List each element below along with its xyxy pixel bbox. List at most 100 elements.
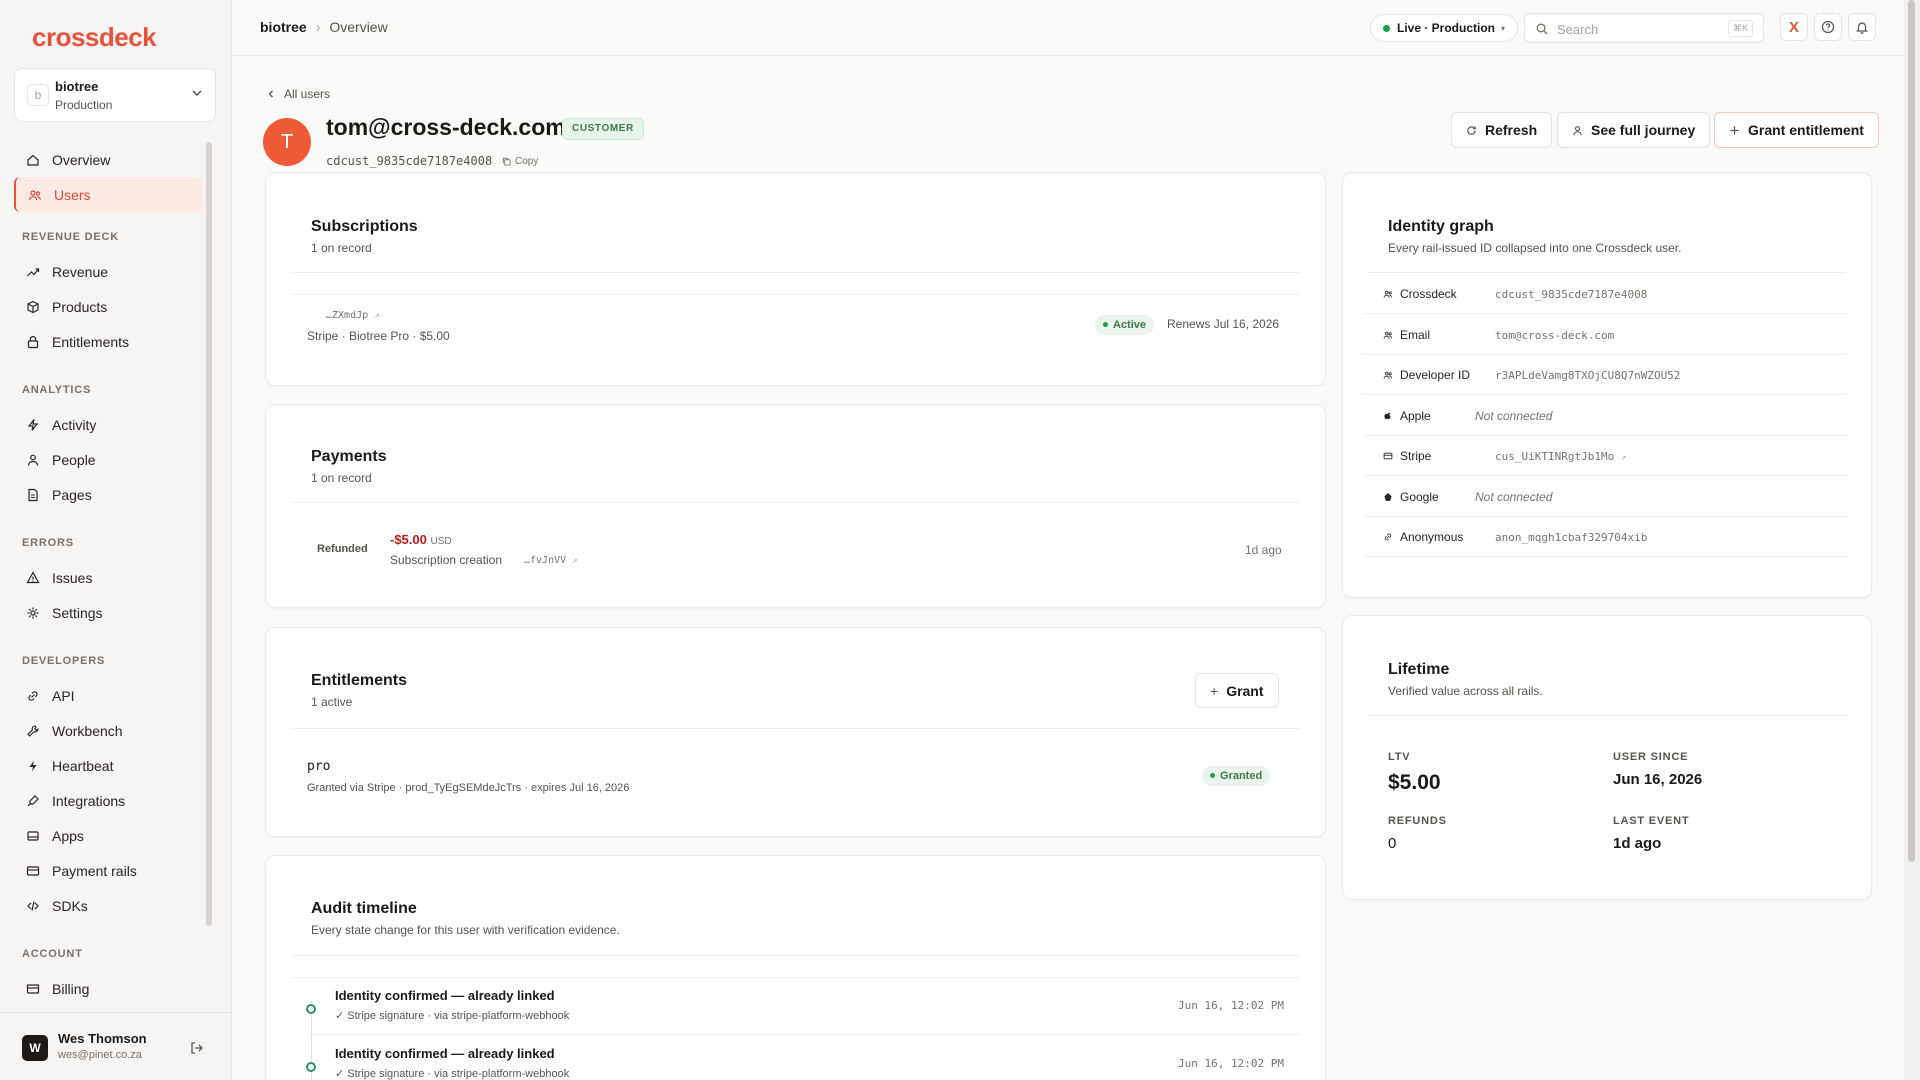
sidebar-item-apps[interactable]: Apps	[14, 818, 202, 853]
sidebar-item-overview[interactable]: Overview	[14, 142, 202, 177]
sidebar-item-label: Activity	[52, 416, 97, 433]
refunds-value: 0	[1388, 835, 1397, 852]
back-link[interactable]: All users	[266, 87, 330, 101]
wrench-icon	[27, 724, 39, 737]
sidebar-item-products[interactable]: Products	[14, 289, 202, 324]
sidebar-item-issues[interactable]: Issues	[14, 560, 202, 595]
chevron-left-icon	[268, 90, 273, 98]
user-since-label: USER SINCE	[1613, 751, 1689, 763]
see-journey-button[interactable]: See full journey	[1557, 112, 1711, 148]
avatar: W	[22, 1035, 48, 1061]
identity-row-stripe: Stripe cus_UiKTINRgtJb1Mo ↗	[1363, 436, 1846, 476]
subscription-ref[interactable]: …ZXmdJp ↗	[326, 310, 380, 321]
divider	[311, 1034, 1300, 1035]
identity-value[interactable]: anon_mqgh1cbaf329704xib	[1495, 531, 1647, 544]
refresh-button[interactable]: Refresh	[1451, 112, 1553, 148]
sidebar-item-sdks[interactable]: SDKs	[14, 888, 202, 923]
sidebar-item-label: Revenue	[52, 263, 109, 280]
payment-status: Refunded	[317, 543, 368, 555]
card-subtitle: Verified value across all rails.	[1388, 684, 1543, 698]
status-badge: Active	[1095, 314, 1155, 335]
event-sub: ✓ Stripe signature · via stripe-platform…	[335, 1068, 570, 1080]
event-title: Identity confirmed — already linked	[335, 1046, 555, 1061]
status-badge: CUSTOMER	[562, 118, 644, 140]
divider	[1368, 715, 1846, 716]
page-scrollbar[interactable]	[1908, 0, 1915, 862]
card-title: Entitlements	[311, 672, 408, 689]
timeline-dot	[306, 1004, 316, 1014]
status-badge: Granted	[1202, 765, 1271, 786]
sidebar-item-integrations[interactable]: Integrations	[14, 783, 202, 818]
identity-value[interactable]: cus_UiKTINRgtJb1Mo ↗	[1495, 450, 1626, 463]
divider	[291, 728, 1300, 729]
sidebar-item-workbench[interactable]: Workbench	[14, 713, 202, 748]
breadcrumb-workspace[interactable]: biotree	[260, 19, 307, 35]
link-icon	[1384, 533, 1392, 541]
sidebar-item-entitlements[interactable]: Entitlements	[14, 324, 202, 359]
refresh-label: Refresh	[1485, 122, 1538, 138]
sidebar-item-label: Workbench	[52, 722, 123, 739]
payment-ref[interactable]: …fvJnVV ↗	[524, 555, 578, 566]
identity-value[interactable]: tom@cross-deck.com	[1495, 329, 1614, 342]
plug-icon	[27, 794, 39, 806]
person-icon	[27, 454, 39, 466]
grant-button[interactable]: + Grant	[1195, 673, 1279, 708]
renews-date: Renews Jul 16, 2026	[1167, 317, 1280, 331]
copy-button[interactable]: Copy	[502, 156, 538, 167]
sidebar-item-settings[interactable]: Settings	[14, 595, 202, 630]
sidebar-item-label: Users	[54, 186, 91, 203]
breadcrumb-page[interactable]: Overview	[329, 19, 387, 35]
identity-label: Developer ID	[1400, 368, 1471, 382]
sidebar-item-activity[interactable]: Activity	[14, 407, 202, 442]
help-button[interactable]	[1814, 13, 1842, 41]
workspace-env: Production	[55, 98, 113, 112]
identity-label: Google	[1400, 489, 1439, 504]
sidebar-section-title: REVENUE DECK	[22, 231, 120, 243]
sidebar-item-api[interactable]: API	[14, 678, 202, 713]
users-icon	[1383, 331, 1393, 339]
card-icon	[26, 983, 40, 994]
sidebar-scrollbar[interactable]	[206, 142, 212, 926]
identity-row-anonymous: Anonymous anon_mqgh1cbaf329704xib	[1363, 517, 1846, 557]
sidebar-item-label: Products	[52, 298, 108, 315]
plus-icon	[1730, 125, 1739, 135]
see-journey-label: See full journey	[1591, 122, 1696, 138]
card-title: Audit timeline	[311, 900, 417, 917]
identity-label: Email	[1400, 327, 1431, 342]
sidebar-item-billing[interactable]: Billing	[14, 971, 202, 1006]
environment-label: Live · Production	[1397, 21, 1496, 35]
home-icon	[27, 154, 39, 166]
payment-desc: Subscription creation	[390, 553, 503, 567]
identity-row-crossdeck: Crossdeck cdcust_9835cde7187e4008	[1363, 274, 1846, 314]
app-logo[interactable]: crossdeck	[32, 22, 157, 53]
back-label: All users	[284, 87, 331, 101]
sidebar-item-revenue[interactable]: Revenue	[14, 254, 202, 289]
x-button[interactable]: X	[1780, 13, 1808, 41]
sidebar-item-users[interactable]: Users	[14, 177, 202, 212]
last-event-label: LAST EVENT	[1613, 815, 1690, 827]
refunds-label: REFUNDS	[1388, 815, 1447, 827]
identity-value[interactable]: r3APLdeVamg8TXOjCU8Q7nWZOU52	[1495, 369, 1680, 382]
audit-timeline-card: Audit timeline Every state change for th…	[265, 855, 1326, 1080]
divider	[291, 502, 1300, 503]
person-icon	[1573, 125, 1582, 135]
logout-icon[interactable]	[190, 1041, 204, 1055]
sidebar-item-pages[interactable]: Pages	[14, 477, 202, 512]
card-subtitle: Every rail-issued ID collapsed into one …	[1388, 241, 1682, 255]
search-input[interactable]: Search ⌘K	[1524, 13, 1764, 43]
current-user-email: wes@pinet.co.za	[58, 1049, 142, 1061]
sidebar-item-payment-rails[interactable]: Payment rails	[14, 853, 202, 888]
lock-icon	[27, 335, 39, 348]
sidebar-item-people[interactable]: People	[14, 442, 202, 477]
sidebar-item-heartbeat[interactable]: Heartbeat	[14, 748, 202, 783]
notifications-button[interactable]	[1848, 13, 1876, 41]
identity-value[interactable]: cdcust_9835cde7187e4008	[1495, 288, 1647, 301]
grant-entitlement-button[interactable]: Grant entitlement	[1714, 112, 1879, 148]
grant-entitlement-label: Grant entitlement	[1748, 122, 1864, 138]
copy-icon	[502, 157, 511, 166]
workspace-switcher[interactable]: b biotree Production	[14, 68, 216, 122]
card-title: Lifetime	[1388, 661, 1450, 678]
event-time: Jun 16, 12:02 PM	[1178, 1057, 1284, 1070]
sidebar-item-label: Overview	[52, 151, 111, 168]
environment-switcher[interactable]: Live · Production ▾	[1370, 14, 1519, 42]
